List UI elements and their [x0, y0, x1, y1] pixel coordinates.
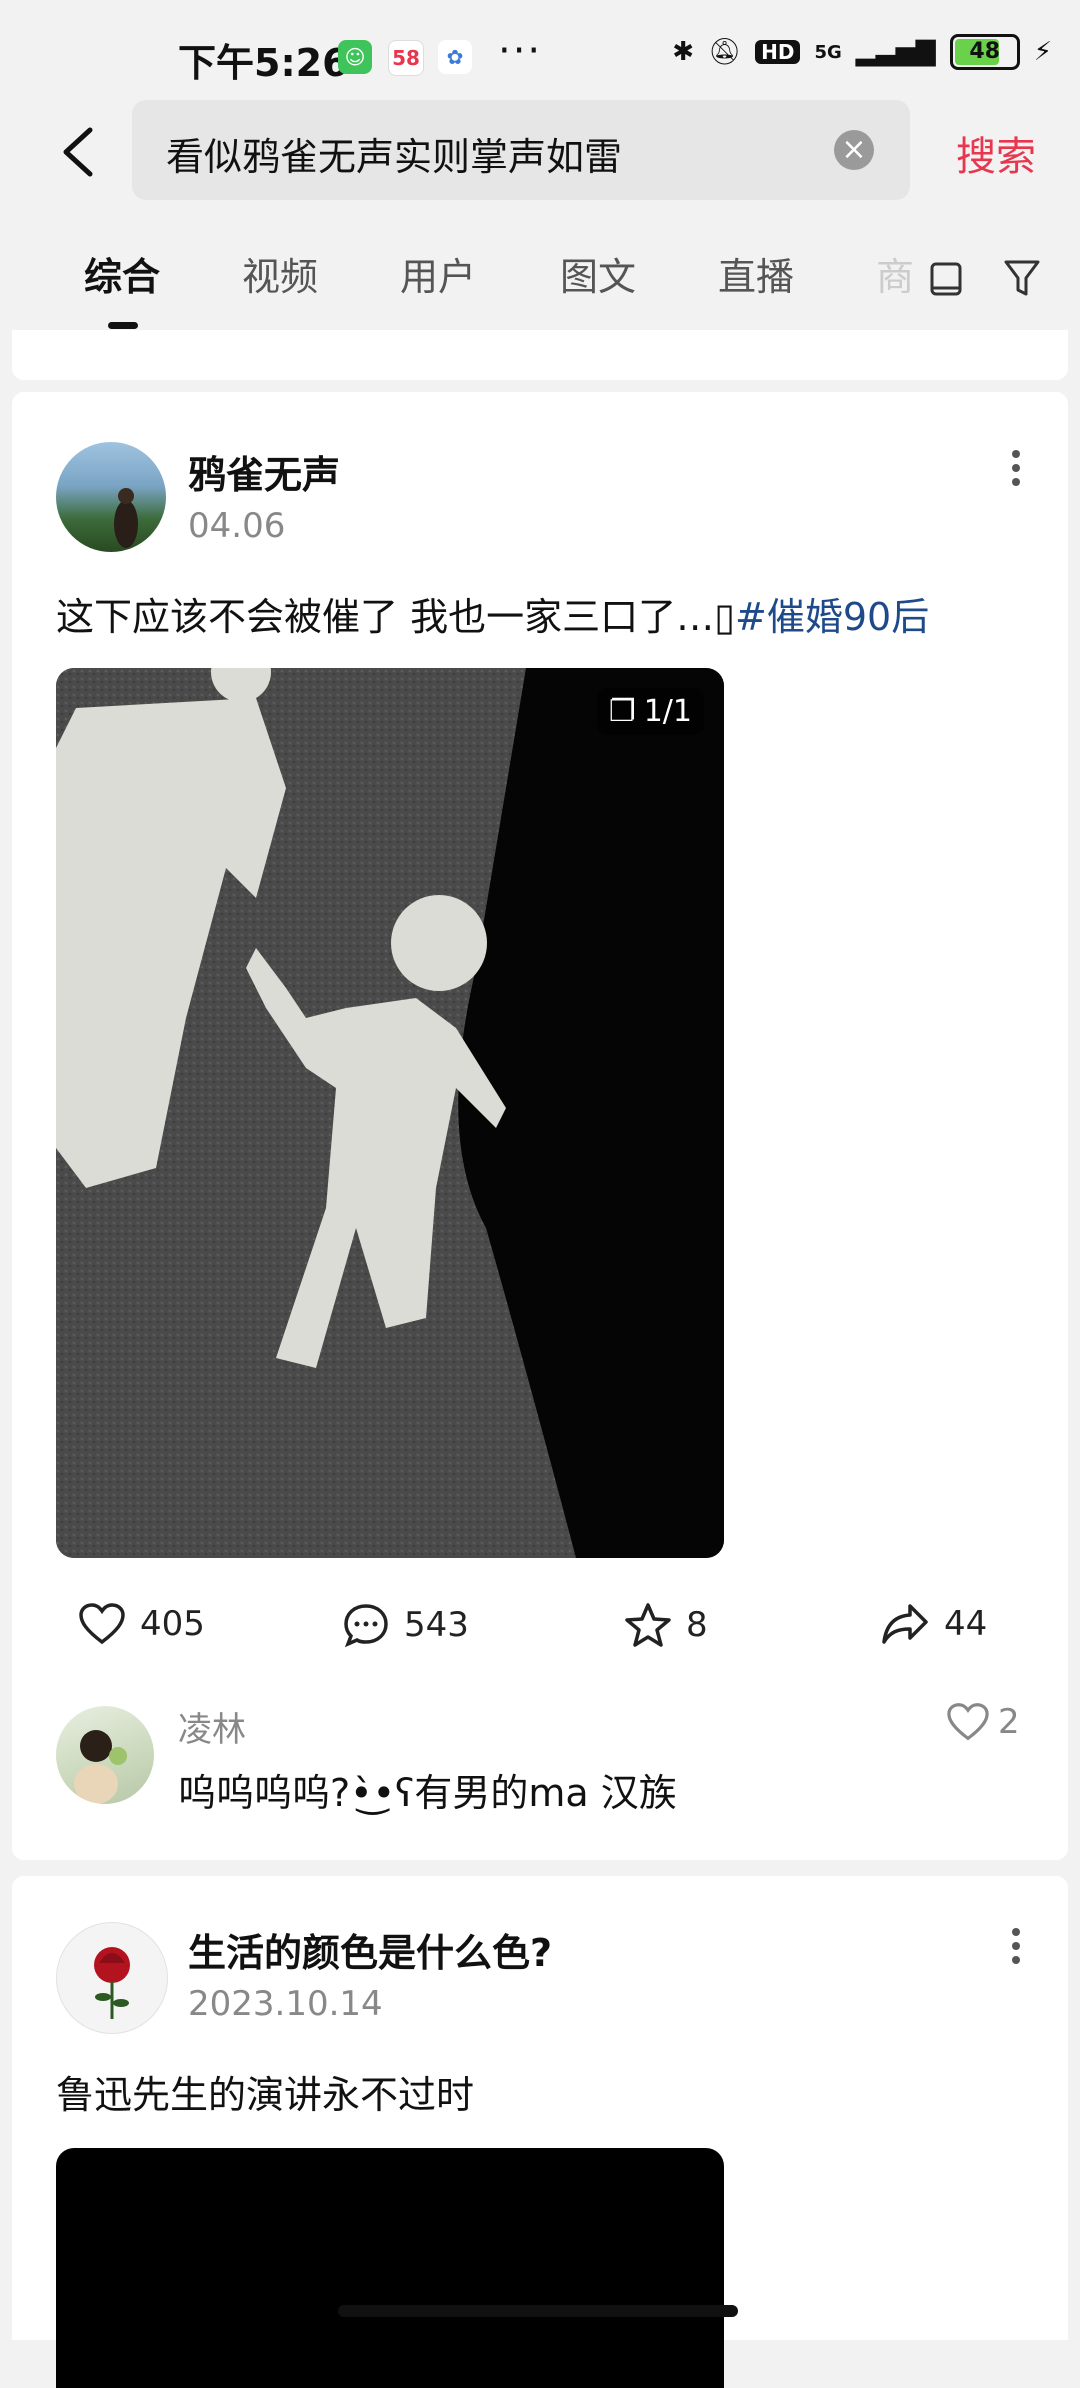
post-image[interactable]: ❐ 1/1: [56, 668, 724, 1558]
tab-bar: 综合 视频 用户 图文 直播 商: [0, 220, 1080, 330]
comment-count: 543: [404, 1605, 469, 1645]
tab-posts[interactable]: 图文: [560, 246, 636, 301]
home-indicator[interactable]: [338, 2305, 738, 2317]
hd-icon: HD: [755, 40, 801, 64]
share-icon: [882, 1604, 928, 1644]
network-label: 5G: [814, 41, 842, 63]
star-icon: [625, 1603, 671, 1647]
tab-users[interactable]: 用户: [400, 246, 476, 301]
clear-icon[interactable]: ×: [834, 130, 874, 170]
comment-text: 呜呜呜呜?•̀͜•ʕ有男的ma 汉族: [178, 1771, 677, 1815]
favorite-count: 8: [686, 1605, 708, 1645]
commenter-avatar[interactable]: [56, 1706, 154, 1804]
charging-icon: ⚡: [1033, 37, 1052, 67]
more-options-icon[interactable]: [1008, 1922, 1024, 1982]
more-options-icon[interactable]: [1008, 444, 1024, 504]
filter-icon[interactable]: [1002, 256, 1046, 300]
cloud-app-icon: ✿: [438, 40, 472, 74]
comment-like-count: 2: [998, 1702, 1020, 1742]
bluetooth-icon: ✱: [672, 37, 695, 67]
mute-bell-icon: 🔕︎: [708, 37, 742, 67]
search-input[interactable]: 看似鸦雀无声实则掌声如雷 ×: [132, 100, 910, 200]
author-name[interactable]: 生活的颜色是什么色?: [188, 1922, 552, 1977]
post-card[interactable]: 鸦雀无声 04.06 这下应该不会被催了 我也一家三口了…▯#催婚90后 ❐ 1…: [12, 392, 1068, 1860]
tab-all[interactable]: 综合: [84, 246, 160, 301]
like-count: 405: [140, 1604, 205, 1644]
post-text: 这下应该不会被催了 我也一家三口了…▯#催婚90后: [56, 586, 929, 641]
comment-icon: [344, 1604, 388, 1648]
heart-icon: [947, 1703, 989, 1741]
tab-shop[interactable]: 商: [876, 246, 914, 301]
hashtag-link[interactable]: #催婚90后: [735, 595, 929, 639]
author-avatar[interactable]: [56, 1922, 168, 2034]
post-text: 鲁迅先生的演讲永不过时: [56, 2073, 475, 2117]
tab-video[interactable]: 视频: [242, 246, 318, 301]
post-card[interactable]: 生活的颜色是什么色? 2023.10.14 鲁迅先生的演讲永不过时: [12, 1876, 1068, 2388]
wechat-icon: ☺: [338, 40, 372, 74]
comment-button[interactable]: 543: [342, 1602, 469, 1648]
post-date: 2023.10.14: [188, 1984, 383, 2024]
signal-icon: ▂▃▅▇: [855, 37, 936, 67]
multi-image-icon: ❐: [608, 694, 636, 729]
share-button[interactable]: 44: [880, 1602, 987, 1646]
battery-icon: 48: [949, 34, 1020, 70]
heart-icon: [79, 1603, 125, 1645]
layout-toggle-icon[interactable]: [924, 256, 968, 300]
favorite-button[interactable]: 8: [624, 1602, 708, 1648]
more-notifications-icon: ···: [498, 28, 543, 74]
status-icons: ✱ 🔕︎ HD 5G ▂▃▅▇ 48 ⚡: [672, 34, 1052, 70]
status-time: 下午5:26: [178, 41, 349, 85]
author-avatar[interactable]: [56, 442, 166, 552]
post-image[interactable]: [56, 2148, 724, 2388]
search-header: 看似鸦雀无声实则掌声如雷 × 搜索: [0, 100, 1080, 210]
search-query: 看似鸦雀无声实则掌声如雷: [166, 135, 623, 179]
like-button[interactable]: 405: [78, 1602, 205, 1646]
emoji-placeholder: ▯: [714, 595, 736, 639]
tab-live[interactable]: 直播: [718, 246, 794, 301]
status-bar: 下午5:26 ☺ 58 ✿ ··· ✱ 🔕︎ HD 5G ▂▃▅▇ 48 ⚡: [0, 0, 1080, 110]
search-button[interactable]: 搜索: [956, 124, 1036, 182]
active-tab-indicator: [108, 322, 138, 329]
author-name[interactable]: 鸦雀无声: [188, 444, 340, 499]
post-date: 04.06: [188, 506, 286, 546]
image-counter-label: 1/1: [643, 694, 692, 729]
share-count: 44: [944, 1604, 988, 1644]
post-caption: 这下应该不会被催了 我也一家三口了…: [56, 595, 715, 639]
image-counter: ❐ 1/1: [596, 688, 704, 735]
commenter-name[interactable]: 凌林: [178, 1702, 246, 1751]
back-arrow-icon[interactable]: [52, 122, 112, 182]
comment-like-button[interactable]: 2: [946, 1702, 1020, 1742]
app-58-icon: 58: [388, 40, 424, 76]
previous-card-fragment: [12, 330, 1068, 380]
